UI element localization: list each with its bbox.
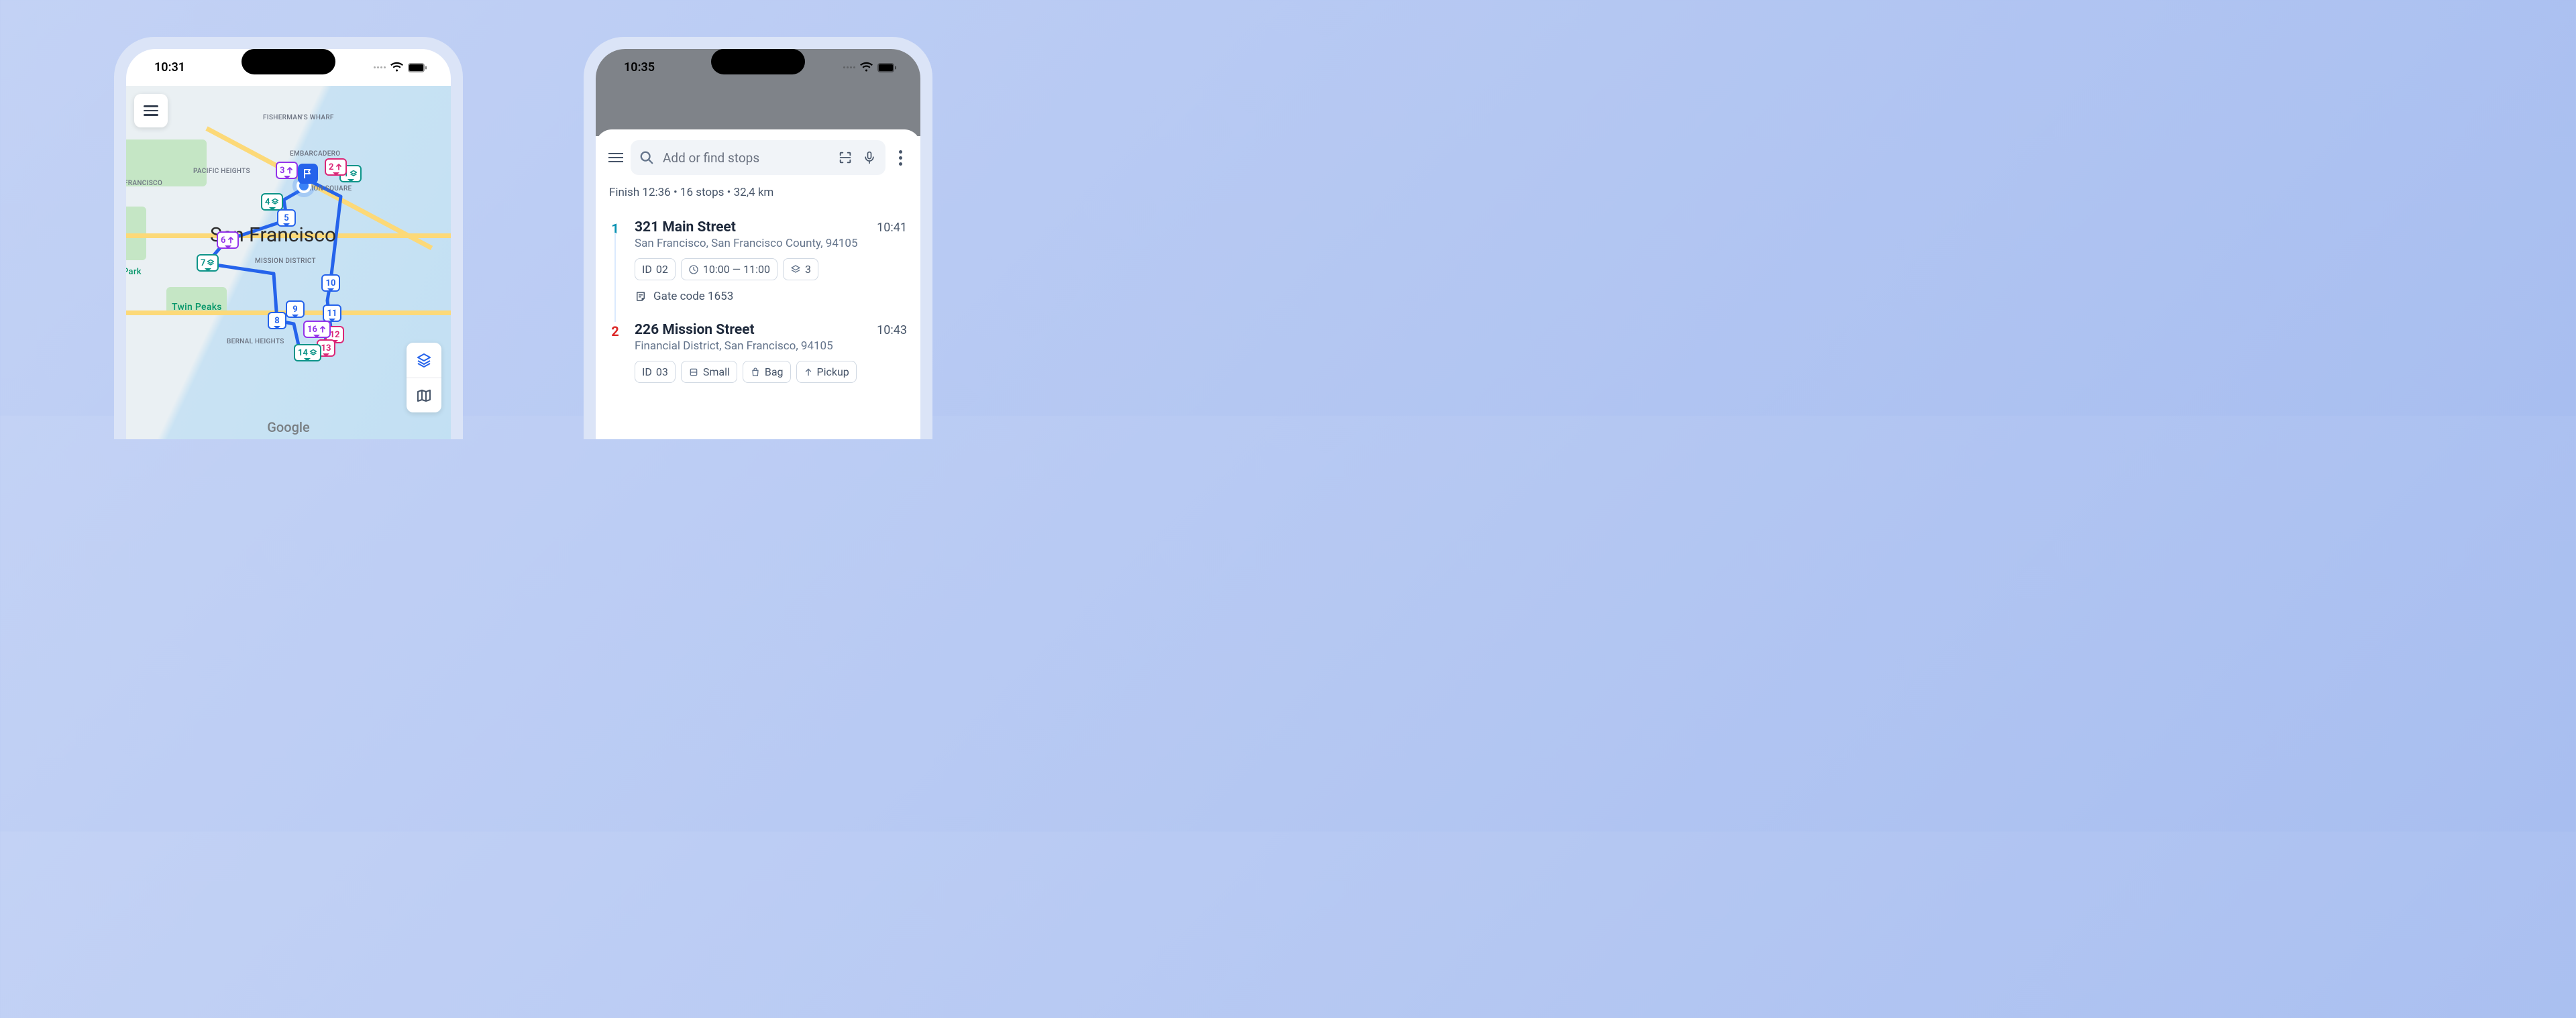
- stops-list: 1 321 Main Street 10:41 San Francisco, S…: [596, 210, 920, 392]
- layers-button[interactable]: [407, 343, 441, 378]
- dots-icon: [843, 66, 855, 68]
- size-icon: [688, 367, 699, 378]
- dots-icon: [374, 66, 386, 68]
- hamburger-icon: [144, 103, 158, 119]
- map-label: FRANCISCO: [126, 180, 162, 187]
- stop-title: 321 Main Street: [635, 219, 736, 235]
- hamburger-icon: [608, 150, 623, 165]
- search-input[interactable]: Add or find stops: [631, 140, 885, 175]
- map-marker[interactable]: 14: [294, 344, 321, 361]
- map-marker[interactable]: 10: [321, 274, 340, 292]
- map-marker[interactable]: 9: [286, 300, 305, 318]
- map-icon: [416, 388, 432, 404]
- status-time: 10:35: [624, 60, 655, 74]
- layers-icon: [416, 352, 432, 368]
- map-marker[interactable]: 4: [261, 193, 283, 211]
- route-summary: Finish 12:36 • 16 stops • 32,4 km: [596, 183, 920, 210]
- menu-button[interactable]: [608, 150, 624, 166]
- map-marker[interactable]: 5: [277, 209, 296, 227]
- stop-note: Gate code 1653: [635, 290, 907, 303]
- stop-number: 1: [609, 219, 621, 303]
- map-marker[interactable]: 16: [303, 321, 331, 338]
- chip-id: ID 03: [635, 361, 676, 383]
- battery-icon: [877, 63, 896, 72]
- screen-map: 10:31: [126, 49, 451, 439]
- map-label: BERNAL HEIGHTS: [227, 338, 284, 345]
- status-time: 10:31: [154, 60, 185, 74]
- stop-address: San Francisco, San Francisco County, 941…: [635, 237, 907, 250]
- google-attribution: Google: [267, 419, 309, 435]
- menu-button[interactable]: [134, 94, 168, 127]
- stop-item[interactable]: 1 321 Main Street 10:41 San Francisco, S…: [609, 210, 907, 313]
- search-icon: [639, 150, 655, 166]
- arrow-up-icon: [804, 367, 813, 378]
- scan-button[interactable]: [837, 150, 853, 166]
- map-controls: [407, 343, 441, 412]
- wifi-icon: [390, 63, 403, 72]
- map-type-button[interactable]: [407, 378, 441, 412]
- battery-icon: [408, 63, 427, 72]
- start-flag-marker[interactable]: [298, 164, 318, 184]
- notch: [241, 49, 335, 74]
- notch: [711, 49, 805, 74]
- map-marker[interactable]: 8: [268, 312, 286, 329]
- chip-size: Small: [681, 361, 737, 383]
- stop-address: Financial District, San Francisco, 94105: [635, 339, 907, 353]
- chip-quantity: 3: [783, 258, 818, 280]
- voice-button[interactable]: [861, 150, 877, 166]
- stop-item[interactable]: 2 226 Mission Street 10:43 Financial Dis…: [609, 313, 907, 392]
- chip-id: ID 02: [635, 258, 676, 280]
- scan-icon: [838, 150, 853, 165]
- chip-type: Pickup: [796, 361, 857, 383]
- stop-eta: 10:43: [877, 323, 907, 337]
- note-icon: [635, 290, 647, 302]
- stop-eta: 10:41: [877, 221, 907, 235]
- map-label: PACIFIC HEIGHTS: [193, 168, 250, 175]
- map-label: EMBARCADERO: [290, 150, 340, 158]
- chip-package: Bag: [743, 361, 791, 383]
- more-button[interactable]: [892, 150, 908, 166]
- clock-icon: [688, 264, 699, 275]
- sheet-header: Add or find stops: [596, 140, 920, 183]
- chip-time-window: 10:00 — 11:00: [681, 258, 777, 280]
- search-placeholder: Add or find stops: [663, 150, 829, 166]
- bottom-sheet: Add or find stops Finish 12:36 • 16 stop…: [596, 129, 920, 439]
- stop-title: 226 Mission Street: [635, 322, 755, 338]
- map-marker[interactable]: 2: [325, 158, 347, 176]
- stop-chips: ID 02 10:00 — 11:00 3: [635, 258, 907, 280]
- map-label: MISSION DISTRICT: [255, 258, 316, 265]
- layers-icon: [790, 264, 801, 275]
- map-label-park: Park: [126, 267, 142, 277]
- map-label: FISHERMAN'S WHARF: [263, 114, 334, 121]
- map-marker[interactable]: 6: [217, 231, 239, 249]
- stop-chips: ID 03 Small Bag: [635, 361, 907, 383]
- microphone-icon: [863, 150, 876, 165]
- phone-mockup-list: 10:35 Add or find: [584, 37, 932, 439]
- phone-mockup-map: 10:31: [114, 37, 463, 439]
- screen-list: 10:35 Add or find: [596, 49, 920, 439]
- status-indicators: [843, 63, 896, 72]
- map-label-park: Twin Peaks: [172, 302, 222, 313]
- map[interactable]: FISHERMAN'S WHARF EMBARCADERO PACIFIC HE…: [126, 86, 451, 439]
- wifi-icon: [860, 63, 873, 72]
- map-marker[interactable]: 3: [276, 162, 298, 179]
- status-indicators: [374, 63, 427, 72]
- map-marker[interactable]: 7: [197, 254, 219, 272]
- bag-icon: [750, 367, 761, 378]
- stop-number: 2: [609, 322, 621, 383]
- map-marker[interactable]: 11: [323, 304, 341, 322]
